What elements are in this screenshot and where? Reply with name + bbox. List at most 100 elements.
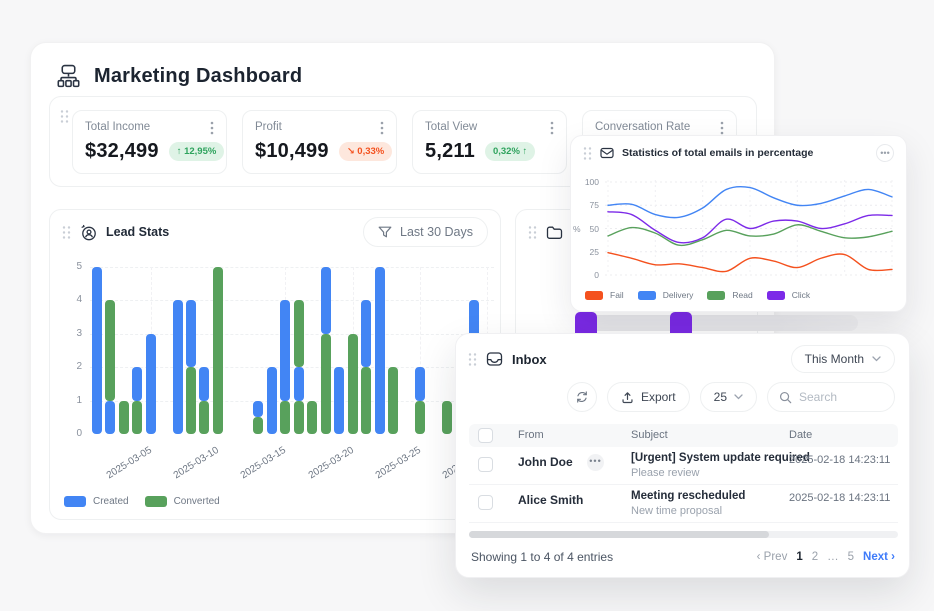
inbox-title: Inbox xyxy=(512,352,547,367)
bar xyxy=(375,267,385,434)
x-axis-tick-label: 2025-03-20 xyxy=(306,445,355,481)
bar xyxy=(388,367,398,434)
dashboard-header: Marketing Dashboard xyxy=(56,55,302,97)
bar-segment-created xyxy=(186,300,196,367)
kebab-menu-icon[interactable] xyxy=(380,121,384,135)
stat-card-bottom: $10,499↘ 0,33% xyxy=(255,140,384,163)
row-subject: [Urgent] System update required xyxy=(631,452,810,464)
inbox-card: Inbox This Month xyxy=(455,333,910,578)
stat-badge: ↘ 0,33% xyxy=(339,142,393,161)
bar-segment-converted xyxy=(361,367,371,434)
stat-card-top: Conversation Rate xyxy=(595,121,724,135)
inbox-toolbar: Export 25 xyxy=(567,382,895,412)
row-date: 2025-02-18 14:23:11 xyxy=(789,492,890,504)
legend-item-click: Click xyxy=(767,290,810,300)
kebab-menu-icon[interactable] xyxy=(720,121,724,135)
horizontal-scrollbar[interactable] xyxy=(469,531,898,538)
pagination-page-2[interactable]: 2 xyxy=(812,551,818,563)
bar xyxy=(186,300,196,434)
bar-segment-converted xyxy=(199,401,209,434)
bar xyxy=(280,300,290,434)
column-header-subject: Subject xyxy=(631,429,668,441)
bar xyxy=(105,300,115,434)
bar-segment-converted xyxy=(415,401,425,434)
y-axis-tick-label: 50 xyxy=(579,224,599,234)
folder-icon xyxy=(546,225,563,240)
bar-segment-created xyxy=(415,367,425,400)
bar-segment-created xyxy=(146,334,156,434)
bar xyxy=(132,367,142,434)
bar-segment-converted xyxy=(132,401,142,434)
search-input[interactable] xyxy=(799,390,883,404)
stat-card-top: Total View xyxy=(425,121,554,135)
row-checkbox[interactable] xyxy=(478,495,493,510)
x-axis-tick-label: 2025-03-15 xyxy=(239,445,288,481)
chart-legend: Created Converted xyxy=(64,496,220,507)
lead-stats-chart: 0123452025-03-052025-03-102025-03-152025… xyxy=(50,210,500,519)
pagination-page-1[interactable]: 1 xyxy=(796,551,802,563)
drag-handle-icon[interactable] xyxy=(528,225,537,240)
email-stats-chart: 0255075100%FailDeliveryReadClick xyxy=(571,136,906,311)
column-header-date: Date xyxy=(789,429,812,441)
bar-chart-plot xyxy=(90,267,494,434)
legend-color-chip xyxy=(707,291,725,300)
row-preview: New time proposal xyxy=(631,505,722,517)
y-axis-tick-label: 25 xyxy=(579,247,599,257)
x-axis-tick-label: 2025-03-25 xyxy=(374,445,423,481)
bar-segment-created xyxy=(253,401,263,418)
kebab-menu-icon[interactable] xyxy=(550,121,554,135)
bar-segment-converted xyxy=(307,401,317,434)
bar-segment-created xyxy=(267,367,277,434)
refresh-button[interactable] xyxy=(567,382,597,412)
table-row[interactable]: Alice SmithMeeting rescheduledNew time p… xyxy=(469,485,898,523)
row-date: 2025-02-18 14:23:11 xyxy=(789,454,890,466)
legend-label: Converted xyxy=(174,496,220,507)
bar-segment-converted xyxy=(186,367,196,434)
y-axis-tick-label: 75 xyxy=(579,200,599,210)
inbox-icon xyxy=(486,351,503,367)
y-axis-unit-label: % xyxy=(573,224,581,234)
drag-handle-icon[interactable] xyxy=(60,109,69,124)
pagination-prev[interactable]: ‹ Prev xyxy=(757,551,788,563)
select-all-checkbox[interactable] xyxy=(478,428,493,443)
legend-label: Created xyxy=(93,496,129,507)
legend-color-chip xyxy=(64,496,86,507)
y-axis-tick-label: 5 xyxy=(64,261,82,272)
bar-segment-converted xyxy=(294,401,304,434)
stat-badge: 0,32% ↑ xyxy=(485,142,535,161)
y-axis-tick-label: 100 xyxy=(579,177,599,187)
bar xyxy=(321,267,331,434)
page-title: Marketing Dashboard xyxy=(94,65,302,88)
scrollbar-thumb[interactable] xyxy=(469,531,769,538)
export-button[interactable]: Export xyxy=(607,382,690,412)
stat-badge: ↑ 12,95% xyxy=(169,142,225,161)
y-axis-tick-label: 0 xyxy=(64,428,82,439)
table-row[interactable]: John Doe•••[Urgent] System update requir… xyxy=(469,447,898,485)
page-size-dropdown[interactable]: 25 xyxy=(700,382,757,412)
stat-card-profit: Profit$10,499↘ 0,33% xyxy=(242,110,397,174)
period-dropdown[interactable]: This Month xyxy=(791,345,895,373)
bar xyxy=(146,334,156,434)
row-menu-button[interactable]: ••• xyxy=(587,454,604,471)
legend-color-chip xyxy=(767,291,785,300)
legend-item-delivery: Delivery xyxy=(638,290,694,300)
pagination: ‹ Prev12…5Next › xyxy=(757,551,895,563)
pagination-next[interactable]: Next › xyxy=(863,551,895,563)
legend-color-chip xyxy=(638,291,656,300)
drag-handle-icon[interactable] xyxy=(468,352,477,367)
row-checkbox[interactable] xyxy=(478,457,493,472)
bar xyxy=(92,267,102,434)
bar-segment-created xyxy=(294,367,304,400)
kebab-menu-icon[interactable] xyxy=(210,121,214,135)
stat-label: Total View xyxy=(425,121,477,133)
pagination-page-5[interactable]: 5 xyxy=(848,551,854,563)
y-axis-tick-label: 2 xyxy=(64,361,82,372)
hidden-chart-scroll-track[interactable] xyxy=(575,315,858,331)
entries-summary: Showing 1 to 4 of 4 entries xyxy=(471,550,613,564)
stat-card-bottom: 5,2110,32% ↑ xyxy=(425,140,554,163)
y-axis-tick-label: 0 xyxy=(579,270,599,280)
bar-segment-created xyxy=(173,300,183,434)
bar-segment-converted xyxy=(105,300,115,400)
refresh-icon xyxy=(575,390,589,404)
bar xyxy=(173,300,183,434)
